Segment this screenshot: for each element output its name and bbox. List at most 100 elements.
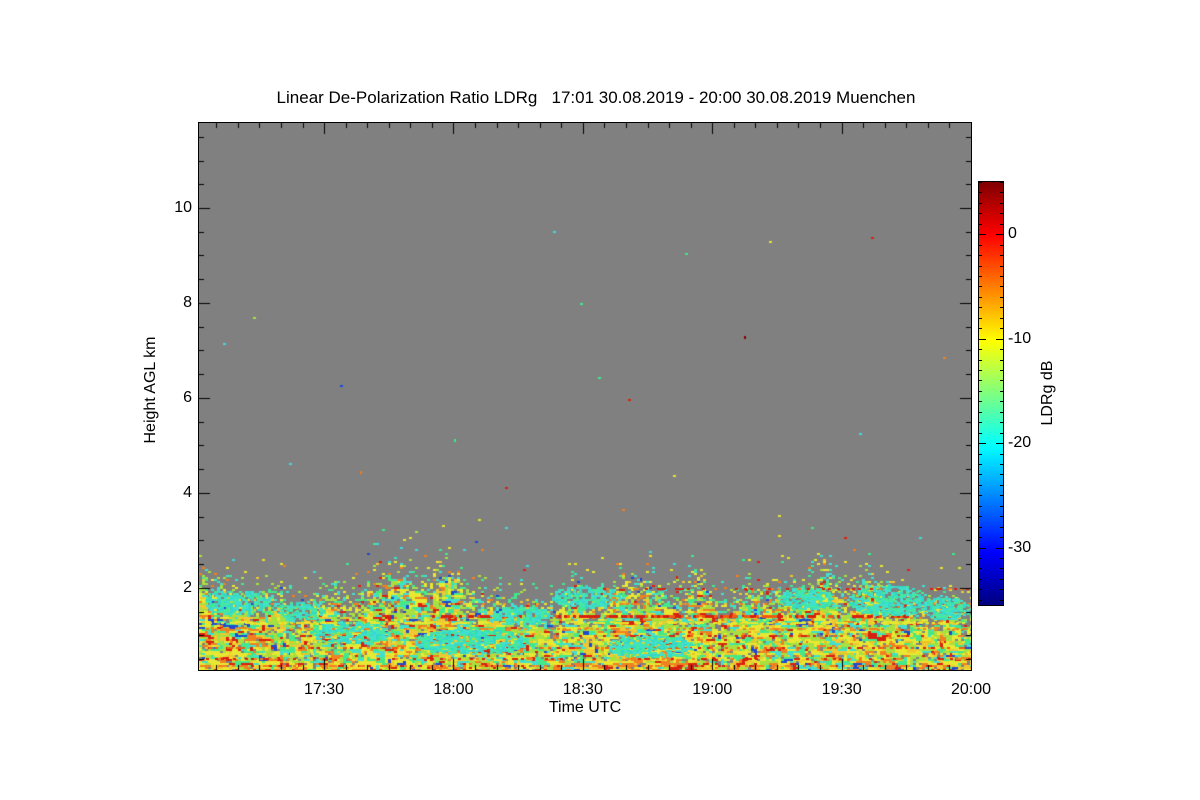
colorbar-tick-mark — [979, 339, 986, 340]
colorbar-tick-mark — [979, 203, 982, 204]
colorbar-tick-mark — [1000, 255, 1003, 256]
colorbar-tick-mark — [1000, 213, 1003, 214]
colorbar-tick-label: -10 — [1008, 329, 1032, 347]
colorbar-tick-mark — [1000, 266, 1003, 267]
colorbar-tick-mark — [979, 328, 982, 329]
colorbar-tick-mark — [1000, 485, 1003, 486]
colorbar-tick-mark — [996, 548, 1003, 549]
colorbar-tick-mark — [979, 516, 982, 517]
colorbar-tick-mark — [1000, 349, 1003, 350]
colorbar-tick-mark — [1000, 516, 1003, 517]
colorbar-tick-mark — [1000, 276, 1003, 277]
colorbar-tick-mark — [1000, 245, 1003, 246]
colorbar-tick-mark — [1000, 286, 1003, 287]
colorbar-tick-mark — [996, 234, 1003, 235]
colorbar-tick-mark — [1000, 433, 1003, 434]
colorbar-tick-mark — [979, 558, 982, 559]
colorbar-tick-mark — [1000, 506, 1003, 507]
x-tick-label: 20:00 — [950, 681, 992, 698]
colorbar-tick-mark — [979, 464, 982, 465]
colorbar-tick-mark — [979, 495, 982, 496]
colorbar-tick-mark — [979, 391, 982, 392]
colorbar-tick-mark — [979, 443, 986, 444]
colorbar-tick-mark — [1000, 391, 1003, 392]
colorbar-tick-mark — [979, 454, 982, 455]
colorbar-tick-mark — [1000, 203, 1003, 204]
colorbar-tick-mark — [979, 224, 982, 225]
colorbar-tick-mark — [1000, 380, 1003, 381]
colorbar-tick-mark — [1000, 192, 1003, 193]
colorbar-tick-mark — [996, 443, 1003, 444]
colorbar-tick-mark — [979, 589, 982, 590]
plot-title: Linear De-Polarization Ratio LDRg 17:01 … — [276, 88, 916, 107]
y-tick-label: 2 — [183, 578, 192, 596]
colorbar-tick-mark — [979, 600, 982, 601]
colorbar-tick-mark — [979, 213, 982, 214]
colorbar-label: LDRg dB — [1039, 360, 1056, 426]
x-tick-label: 18:00 — [433, 681, 474, 698]
colorbar-tick-label: -30 — [1008, 538, 1032, 556]
colorbar-tick-mark — [979, 297, 982, 298]
colorbar-tick-mark — [1000, 328, 1003, 329]
colorbar-tick-mark — [979, 433, 982, 434]
colorbar-tick-mark — [979, 276, 982, 277]
colorbar-tick-label: -20 — [1008, 434, 1032, 452]
x-tick-label: 19:30 — [821, 681, 862, 698]
colorbar-tick-mark — [1000, 558, 1003, 559]
colorbar-tick-mark — [979, 579, 982, 580]
colorbar-tick-mark — [979, 474, 982, 475]
colorbar-tick-mark — [979, 422, 982, 423]
colorbar-tick-mark — [979, 370, 982, 371]
colorbar-tick-mark — [1000, 464, 1003, 465]
colorbar-tick-label: 0 — [1008, 225, 1017, 243]
colorbar-tick-mark — [979, 485, 982, 486]
x-tick-label: 18:30 — [562, 681, 603, 698]
x-tick-label: 17:30 — [304, 681, 345, 698]
colorbar-tick-mark — [996, 339, 1003, 340]
colorbar-tick-mark — [1000, 579, 1003, 580]
colorbar-tick-mark — [979, 266, 982, 267]
colorbar-tick-mark — [979, 255, 982, 256]
colorbar-tick-mark — [1000, 307, 1003, 308]
colorbar-tick-mark — [979, 401, 982, 402]
colorbar-tick-mark — [1000, 495, 1003, 496]
colorbar-tick-mark — [1000, 589, 1003, 590]
x-tick-label: 19:00 — [692, 681, 733, 698]
colorbar-tick-mark — [1000, 297, 1003, 298]
y-tick-label: 6 — [183, 388, 192, 406]
colorbar-tick-mark — [1000, 224, 1003, 225]
colorbar-tick-mark — [1000, 401, 1003, 402]
colorbar-tick-mark — [979, 192, 982, 193]
colorbar-tick-mark — [979, 286, 982, 287]
colorbar-tick-mark — [979, 318, 982, 319]
colorbar-tick-mark — [1000, 370, 1003, 371]
y-tick-label: 8 — [183, 293, 192, 311]
y-tick-label: 4 — [183, 483, 192, 501]
x-axis-label: Time UTC — [548, 699, 622, 716]
colorbar-tick-mark — [1000, 474, 1003, 475]
colorbar-tick-mark — [979, 412, 982, 413]
colorbar-tick-mark — [1000, 360, 1003, 361]
y-tick-label: 10 — [174, 198, 192, 216]
plot-area — [198, 122, 972, 671]
colorbar-tick-mark — [979, 548, 986, 549]
colorbar-tick-mark — [1000, 568, 1003, 569]
colorbar-tick-mark — [979, 506, 982, 507]
colorbar-tick-mark — [1000, 527, 1003, 528]
colorbar-tick-mark — [979, 245, 982, 246]
colorbar-tick-mark — [979, 537, 982, 538]
heatmap-canvas — [199, 123, 971, 670]
colorbar-tick-mark — [979, 307, 982, 308]
colorbar-tick-mark — [1000, 182, 1003, 183]
colorbar-tick-mark — [979, 234, 986, 235]
colorbar-tick-mark — [979, 380, 982, 381]
colorbar-tick-mark — [979, 182, 982, 183]
colorbar-tick-mark — [1000, 318, 1003, 319]
colorbar-tick-mark — [1000, 600, 1003, 601]
colorbar-tick-mark — [1000, 412, 1003, 413]
figure: Linear De-Polarization Ratio LDRg 17:01 … — [0, 0, 1200, 800]
colorbar-tick-mark — [979, 360, 982, 361]
colorbar-tick-mark — [1000, 537, 1003, 538]
colorbar-tick-mark — [1000, 422, 1003, 423]
colorbar-tick-mark — [979, 349, 982, 350]
